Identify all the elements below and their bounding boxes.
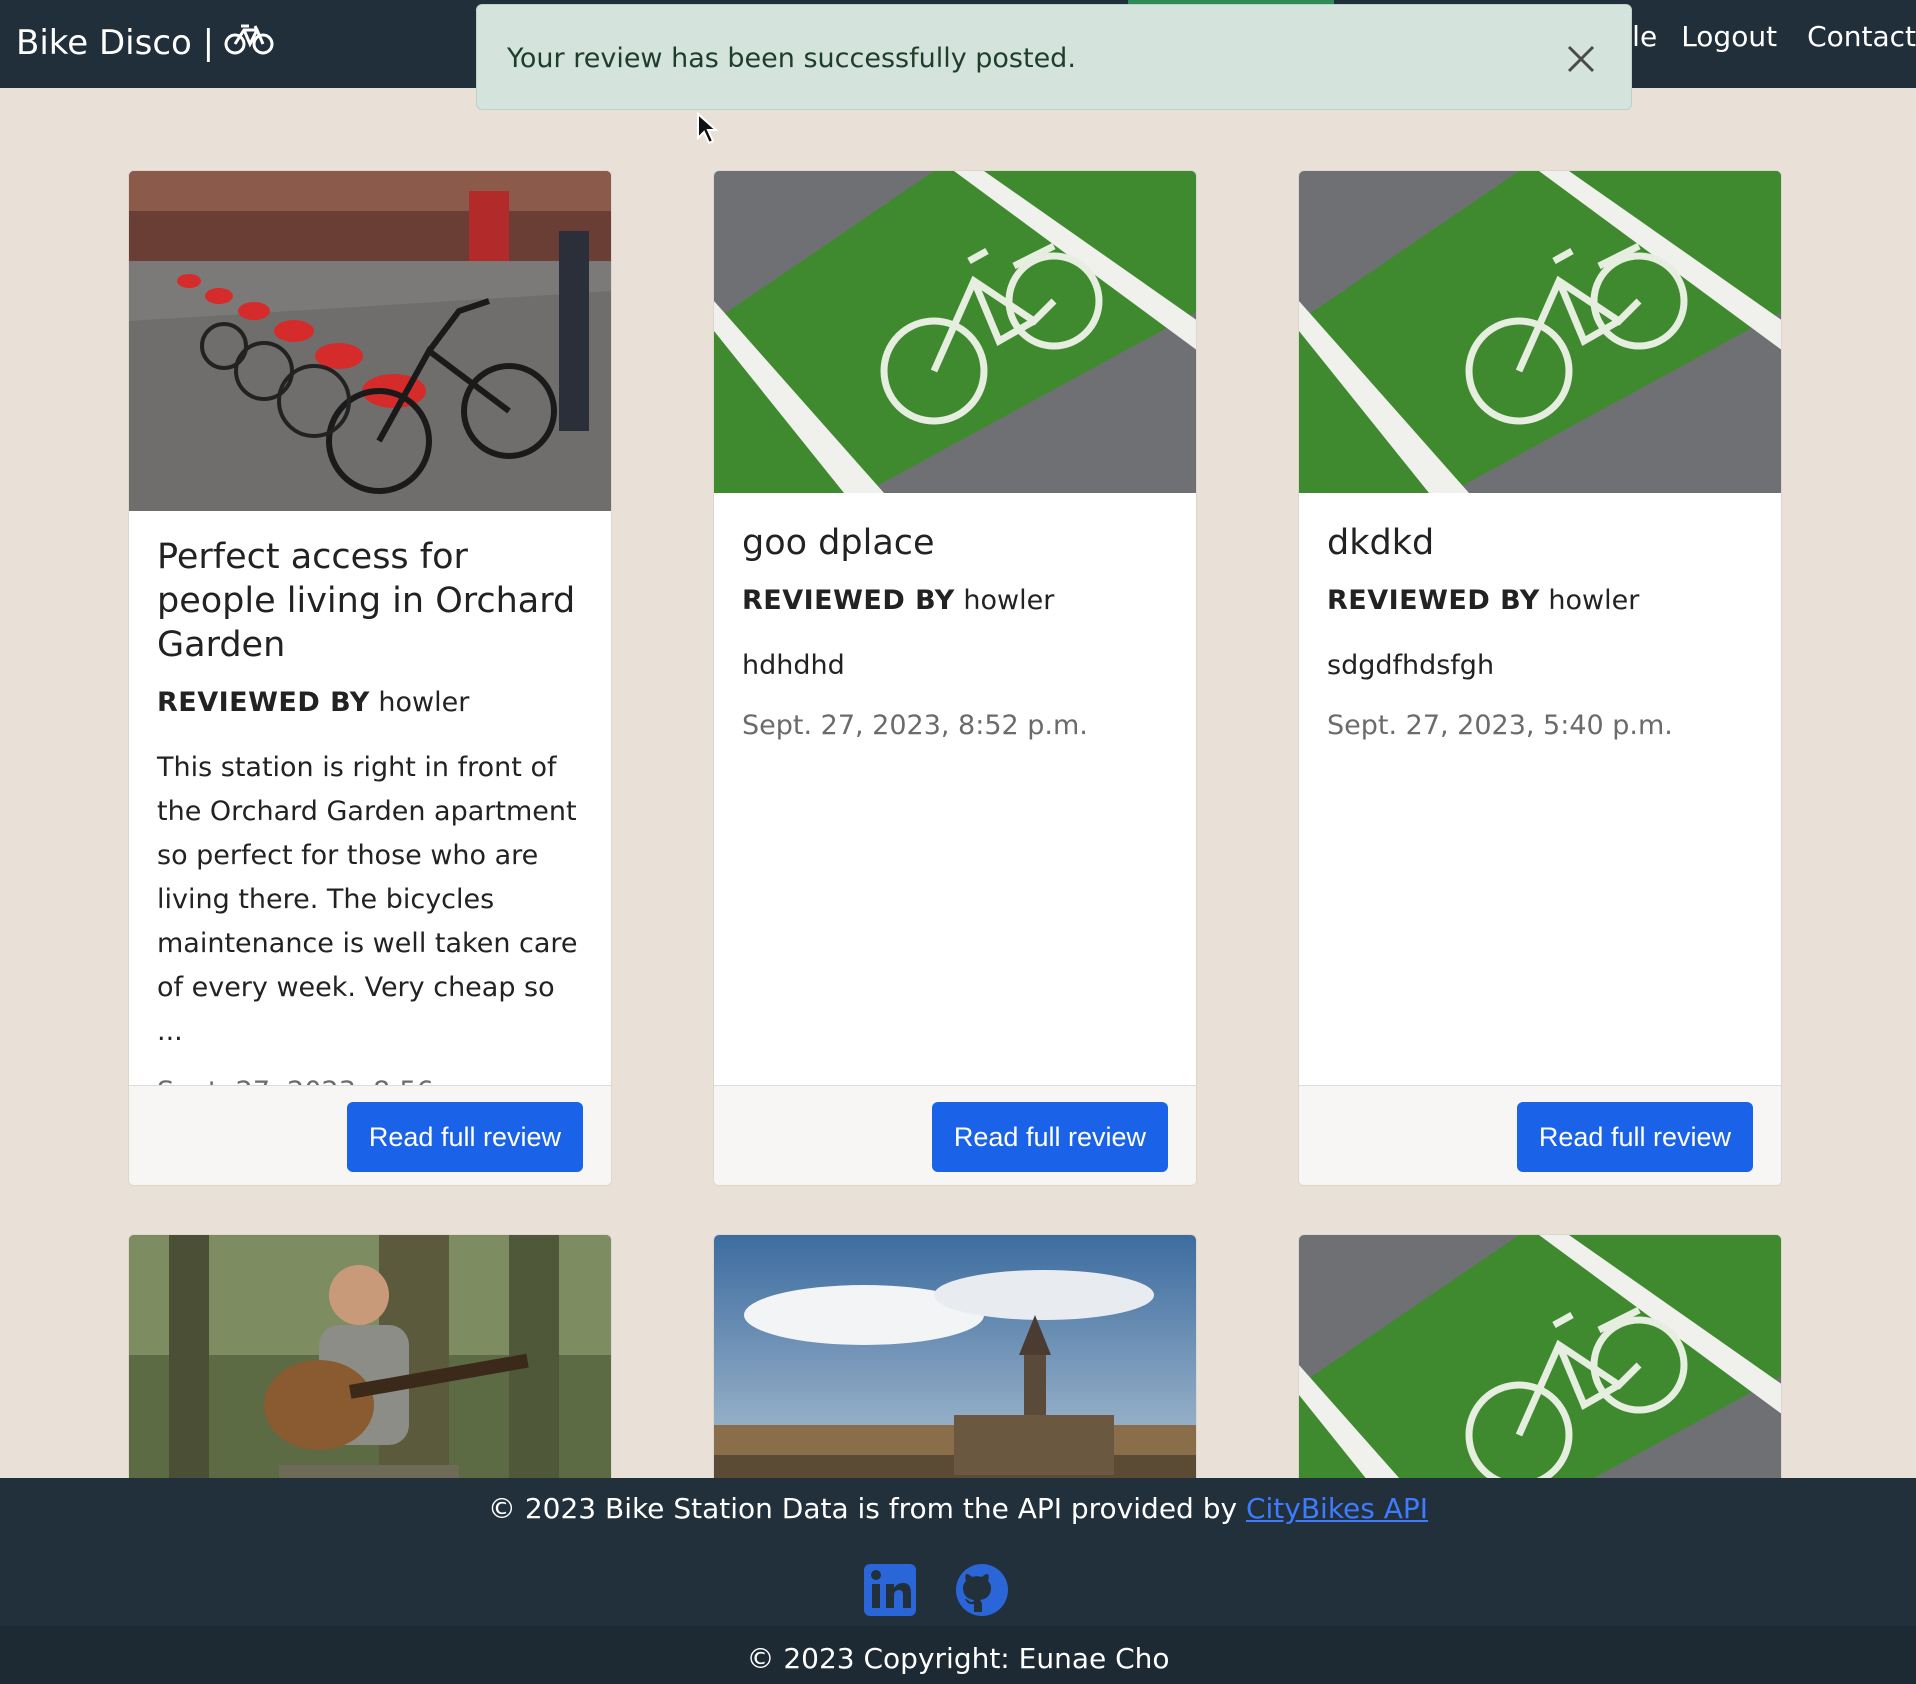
review-excerpt: hdhdhd: [742, 650, 845, 681]
reviewed-by: REVIEWED BY howler: [742, 585, 1168, 616]
card-footer: Read full review: [714, 1085, 1196, 1185]
copyright-text: © 2023 Copyright: Eunae Cho: [746, 1642, 1170, 1675]
reviewed-by-label: REVIEWED BY: [1327, 585, 1540, 616]
review-excerpt: This station is right in front of the Or…: [157, 752, 578, 1047]
bike-lane-illustration[interactable]: [714, 171, 1196, 493]
review-card: dkdkd REVIEWED BY howler sdgdfhdsfgh Sep…: [1298, 170, 1782, 1186]
alert-message: Your review has been successfully posted…: [507, 43, 1076, 74]
review-author: howler: [963, 585, 1055, 616]
review-title: goo dplace: [742, 523, 935, 563]
footer-attribution: © 2023 Bike Station Data is from the API…: [0, 1492, 1916, 1525]
footer-text: © 2023 Bike Station Data is from the API…: [487, 1492, 1238, 1525]
reviewed-by-label: REVIEWED BY: [157, 687, 370, 718]
review-card: goo dplace REVIEWED BY howler hdhdhd Sep…: [713, 170, 1197, 1186]
review-date: Sept. 27, 2023, 5:40 p.m.: [1327, 710, 1673, 741]
bicycle-icon: [224, 18, 274, 67]
review-title: Perfect access for people living in Orch…: [157, 537, 576, 665]
review-author: howler: [378, 687, 470, 718]
card-footer: Read full review: [129, 1085, 611, 1185]
review-author: howler: [1548, 585, 1640, 616]
read-full-review-button[interactable]: Read full review: [931, 1102, 1168, 1172]
review-title: dkdkd: [1327, 523, 1435, 563]
github-icon[interactable]: [954, 1562, 1010, 1622]
reviewed-by: REVIEWED BY howler: [157, 687, 583, 718]
nav-logout-link[interactable]: Logout: [1681, 20, 1777, 53]
reviewed-by-label: REVIEWED BY: [742, 585, 955, 616]
brand-text: Bike Disco |: [16, 22, 215, 63]
linkedin-icon[interactable]: [862, 1562, 918, 1622]
citybikes-api-link[interactable]: CityBikes API: [1246, 1492, 1428, 1525]
read-full-review-button[interactable]: Read full review: [346, 1102, 583, 1172]
card-footer: Read full review: [1299, 1085, 1781, 1185]
success-alert: Your review has been successfully posted…: [476, 4, 1632, 110]
reviewed-by: REVIEWED BY howler: [1327, 585, 1753, 616]
docked-bicycles-photo[interactable]: [129, 171, 611, 511]
page-footer: © 2023 Bike Station Data is from the API…: [0, 1478, 1916, 1684]
read-full-review-button[interactable]: Read full review: [1516, 1102, 1753, 1172]
bike-lane-illustration[interactable]: [1299, 171, 1781, 493]
nav-links: file Logout Contact: [1615, 20, 1916, 53]
mouse-cursor-icon: [696, 111, 719, 146]
close-icon[interactable]: [1565, 43, 1597, 75]
review-card: Perfect access for people living in Orch…: [128, 170, 612, 1186]
review-excerpt: sdgdfhdsfgh: [1327, 650, 1495, 681]
nav-contact-link[interactable]: Contact: [1807, 20, 1916, 53]
social-links: [862, 1562, 1010, 1622]
brand-logo[interactable]: Bike Disco |: [16, 18, 274, 67]
review-date: Sept. 27, 2023, 8:52 p.m.: [742, 710, 1088, 741]
